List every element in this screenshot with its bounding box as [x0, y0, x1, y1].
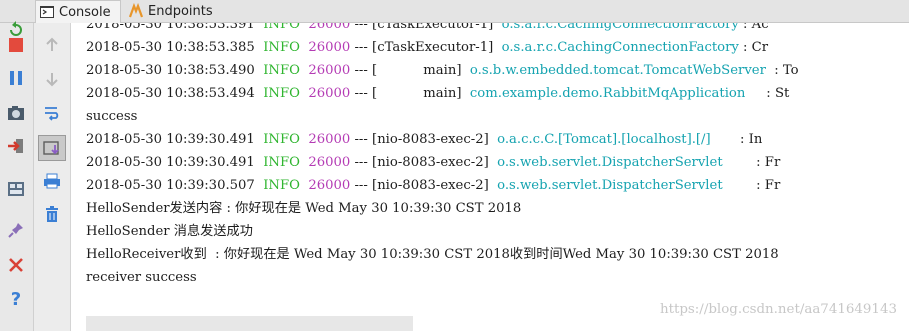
endpoints-icon: [128, 2, 144, 19]
log-line: receiver success: [86, 266, 799, 289]
log-line: HelloSender 消息发送成功: [86, 220, 799, 243]
log-logger: o.s.web.servlet.DispatcherServlet: [497, 178, 723, 193]
log-message: : Ac: [738, 23, 769, 32]
log-pid: 26000: [308, 155, 351, 170]
log-logger: o.s.web.servlet.DispatcherServlet: [497, 155, 723, 170]
pin-icon[interactable]: [4, 218, 28, 242]
log-timestamp: 2018-05-30 10:39:30.507: [86, 178, 255, 193]
layout-icon[interactable]: [4, 177, 28, 201]
log-level: INFO: [263, 63, 300, 78]
log-level: INFO: [263, 23, 300, 32]
console-toolbar: [34, 23, 71, 331]
close-icon[interactable]: [4, 253, 28, 277]
log-level: INFO: [263, 155, 300, 170]
log-separator: ---: [350, 63, 373, 78]
tab-console-label: Console: [59, 4, 111, 20]
tab-console[interactable]: Console: [35, 0, 121, 23]
console-output[interactable]: 2018-05-30 10:38:53.391 INFO 26000 --- […: [71, 23, 909, 331]
log-line: 2018-05-30 10:38:53.391 INFO 26000 --- […: [86, 23, 799, 36]
log-line: HelloSender发送内容 : 你好现在是 Wed May 30 10:39…: [86, 197, 799, 220]
log-line: 2018-05-30 10:38:53.490 INFO 26000 --- […: [86, 59, 799, 82]
log-timestamp: 2018-05-30 10:38:53.494: [86, 86, 255, 101]
log-separator: ---: [350, 155, 373, 170]
log-separator: ---: [350, 86, 373, 101]
log-separator: ---: [350, 178, 373, 193]
log-level: INFO: [263, 86, 300, 101]
scroll-to-end-icon[interactable]: [38, 135, 66, 161]
log-timestamp: 2018-05-30 10:38:53.391: [86, 23, 255, 32]
log-thread: [cTaskExecutor-1]: [372, 40, 494, 55]
log-logger: o.a.c.c.C.[Tomcat].[localhost].[/]: [497, 132, 711, 147]
up-arrow-icon[interactable]: [40, 33, 64, 57]
log-thread: [ main]: [372, 86, 462, 101]
log-message: : Cr: [738, 40, 769, 55]
console-icon: [39, 4, 55, 20]
log-message: : To: [765, 63, 799, 78]
log-text: HelloSender 消息发送成功: [86, 224, 253, 239]
log-line: 2018-05-30 10:38:53.385 INFO 26000 --- […: [86, 36, 799, 59]
log-separator: ---: [350, 132, 373, 147]
log-pid: 26000: [308, 23, 351, 32]
tab-endpoints-label: Endpoints: [148, 3, 213, 19]
log-text: HelloReceiver收到 : 你好现在是 Wed May 30 10:39…: [86, 247, 779, 262]
log-pid: 26000: [308, 63, 351, 78]
log-logger: o.s.a.r.c.CachingConnectionFactory: [501, 23, 739, 32]
tab-bar: Console Endpoints: [0, 0, 909, 23]
soft-wrap-icon[interactable]: [40, 101, 64, 125]
log-message: : St: [745, 86, 790, 101]
watermark: https://blog.csdn.net/aa741649143: [659, 302, 897, 317]
log-level: INFO: [263, 40, 300, 55]
log-line: 2018-05-30 10:39:30.491 INFO 26000 --- […: [86, 128, 799, 151]
log-line: 2018-05-30 10:39:30.507 INFO 26000 --- […: [86, 174, 799, 197]
print-icon[interactable]: [40, 169, 64, 193]
log-separator: ---: [350, 40, 373, 55]
down-arrow-icon[interactable]: [40, 67, 64, 91]
log-text: success: [86, 109, 138, 124]
log-text: HelloSender发送内容 : 你好现在是 Wed May 30 10:39…: [86, 201, 522, 216]
log-level: INFO: [263, 178, 300, 193]
camera-icon[interactable]: [4, 101, 28, 125]
log-pid: 26000: [308, 40, 351, 55]
log-thread: [ main]: [372, 63, 462, 78]
log-thread: [cTaskExecutor-1]: [372, 23, 494, 32]
horizontal-scrollbar[interactable]: [86, 316, 413, 331]
log-timestamp: 2018-05-30 10:38:53.490: [86, 63, 255, 78]
log-pid: 26000: [308, 178, 351, 193]
run-toolbar: ?: [0, 21, 34, 331]
log-pid: 26000: [308, 132, 351, 147]
log-pid: 26000: [308, 86, 351, 101]
log-line: 2018-05-30 10:39:30.491 INFO 26000 --- […: [86, 151, 799, 174]
tab-endpoints[interactable]: Endpoints: [125, 0, 221, 22]
help-icon[interactable]: ?: [4, 287, 28, 311]
pause-icon[interactable]: [4, 66, 28, 90]
log-timestamp: 2018-05-30 10:38:53.385: [86, 40, 255, 55]
log-message: : Fr: [722, 155, 781, 170]
log-thread: [nio-8083-exec-2]: [372, 178, 489, 193]
log-thread: [nio-8083-exec-2]: [372, 132, 489, 147]
trash-icon[interactable]: [40, 202, 64, 226]
log-thread: [nio-8083-exec-2]: [372, 155, 489, 170]
log-logger: com.example.demo.RabbitMqApplication: [469, 86, 746, 101]
log-logger: o.s.b.w.embedded.tomcat.TomcatWebServer: [469, 63, 766, 78]
log-text: receiver success: [86, 270, 197, 285]
log-timestamp: 2018-05-30 10:39:30.491: [86, 155, 255, 170]
log-message: : In: [710, 132, 763, 147]
log-line: HelloReceiver收到 : 你好现在是 Wed May 30 10:39…: [86, 243, 799, 266]
stop-icon[interactable]: [4, 33, 28, 57]
log-line: 2018-05-30 10:38:53.494 INFO 26000 --- […: [86, 82, 799, 105]
log-level: INFO: [263, 132, 300, 147]
login-icon[interactable]: [4, 134, 28, 158]
log-message: : Fr: [722, 178, 781, 193]
log-logger: o.s.a.r.c.CachingConnectionFactory: [501, 40, 739, 55]
log-separator: ---: [350, 23, 373, 32]
log-line: success: [86, 105, 799, 128]
log-timestamp: 2018-05-30 10:39:30.491: [86, 132, 255, 147]
log-lines: 2018-05-30 10:38:53.391 INFO 26000 --- […: [86, 23, 799, 289]
